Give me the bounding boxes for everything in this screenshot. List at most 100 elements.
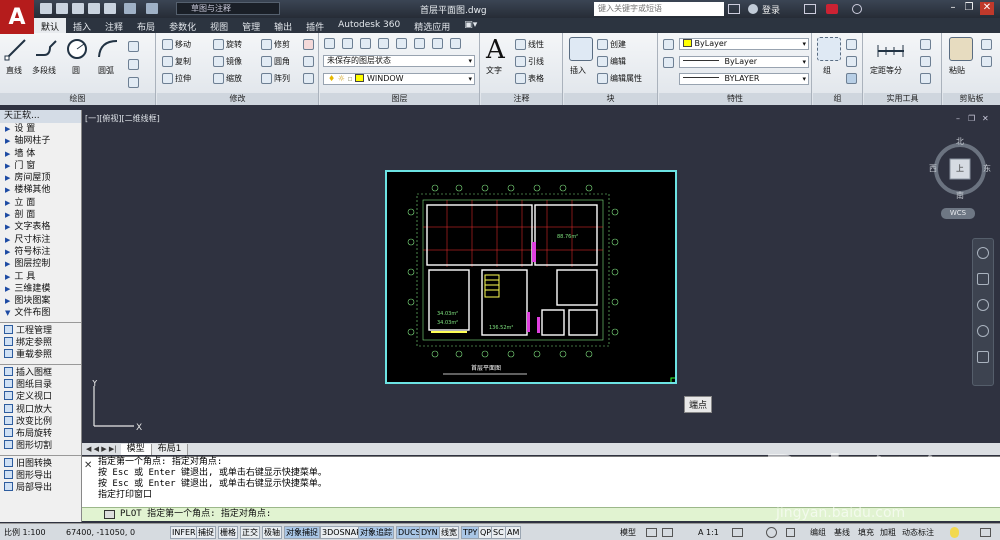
sidebar-item-symbol[interactable]: ▶ 符号标注: [0, 246, 81, 258]
annotation-visibility-icon[interactable]: [732, 528, 743, 537]
compass-north[interactable]: 北: [956, 136, 964, 147]
sidebar-item-section[interactable]: ▶ 剖 面: [0, 209, 81, 221]
panel-block-label[interactable]: 块: [564, 93, 657, 105]
qa-saveas-icon[interactable]: [88, 3, 100, 14]
layer-lock-icon[interactable]: [396, 38, 407, 49]
arc-tool-label[interactable]: 圆弧: [98, 65, 114, 76]
copy-tool[interactable]: 复制: [162, 56, 191, 67]
edit-block-tool[interactable]: 编辑: [597, 56, 626, 67]
layer-walk-icon[interactable]: [450, 38, 461, 49]
tab-parametric[interactable]: 参数化: [162, 18, 203, 33]
toggle-otrack[interactable]: 对象追踪: [358, 526, 394, 539]
leader-tool[interactable]: 引线: [515, 56, 544, 67]
steering-wheel-icon[interactable]: [977, 247, 989, 259]
layer-freeze-icon[interactable]: [378, 38, 389, 49]
tab-plugins[interactable]: 插件: [299, 18, 331, 33]
sidebar-tool-insert-frame[interactable]: 插入图框: [0, 366, 81, 379]
cart-icon[interactable]: [804, 4, 816, 14]
panel-modify-label[interactable]: 修改: [157, 93, 318, 105]
sidebar-tool-viewport-zoom[interactable]: 视口放大: [0, 403, 81, 416]
fillet-tool[interactable]: 圆角: [261, 56, 290, 67]
rotate-tool[interactable]: 旋转: [213, 39, 242, 50]
command-input[interactable]: PLOT 指定第一个角点: 指定对角点:: [82, 507, 1000, 521]
stretch-tool[interactable]: 拉伸: [162, 73, 191, 84]
toggle-lineweight[interactable]: 线宽: [439, 526, 459, 539]
workspace-gear-icon[interactable]: [766, 527, 777, 538]
sidebar-item-block-pattern[interactable]: ▶ 图块图案: [0, 295, 81, 307]
exchange-icon[interactable]: [826, 4, 838, 14]
panel-draw-label[interactable]: 绘图: [0, 93, 155, 105]
status-bold[interactable]: 加粗: [880, 526, 896, 539]
sidebar-item-door-window[interactable]: ▶ 门 窗: [0, 160, 81, 172]
viewport-close-icon[interactable]: ✕: [982, 114, 989, 123]
sidebar-item-dimension[interactable]: ▶ 尺寸标注: [0, 234, 81, 246]
status-group[interactable]: 编组: [810, 526, 826, 539]
maximize-button[interactable]: ❐: [962, 2, 976, 15]
sidebar-item-3d[interactable]: ▶ 三维建模: [0, 283, 81, 295]
toggle-tpy[interactable]: TPY: [461, 526, 480, 539]
tab-layout1[interactable]: 布局1: [151, 443, 189, 455]
sidebar-item-tools[interactable]: ▶ 工 具: [0, 271, 81, 283]
panel-layers-label[interactable]: 图层: [320, 93, 479, 105]
showmotion-icon[interactable]: [977, 351, 989, 363]
quick-view-icon[interactable]: [646, 528, 657, 537]
sidebar-tool-define-viewport[interactable]: 定义视口: [0, 391, 81, 403]
sidebar-tool-layout-rotate[interactable]: 布局旋转: [0, 428, 81, 440]
close-button[interactable]: ✕: [980, 2, 994, 15]
model-space-label[interactable]: 模型: [620, 526, 636, 539]
layer-state-select[interactable]: 未保存的图层状态: [323, 55, 475, 67]
sidebar-tool-bind-xref[interactable]: 绑定参照: [0, 337, 81, 349]
annotation-scale[interactable]: 比例 1:100: [4, 526, 46, 539]
sidebar-tool-drawing-cut[interactable]: 图形切割: [0, 440, 81, 452]
arc-icon[interactable]: [96, 37, 120, 61]
polyline-tool-label[interactable]: 多段线: [32, 65, 56, 76]
layer-previous-icon[interactable]: [432, 38, 443, 49]
status-fill[interactable]: 填充: [858, 526, 874, 539]
command-close-icon[interactable]: ✕: [84, 460, 92, 471]
line-tool-label[interactable]: 直线: [6, 65, 22, 76]
array-tool[interactable]: 阵列: [261, 73, 290, 84]
move-tool[interactable]: 移动: [162, 39, 191, 50]
toggle-am[interactable]: AM: [505, 526, 522, 539]
viewcube-face[interactable]: 上: [956, 163, 964, 174]
help-icon[interactable]: [852, 4, 862, 14]
coordinates-readout[interactable]: 67400, -11050, 0: [66, 526, 135, 539]
offset-icon[interactable]: [303, 73, 314, 84]
polyline-icon[interactable]: [34, 37, 58, 61]
hatch-icon[interactable]: [128, 59, 139, 70]
toggle-ortho[interactable]: 正交: [240, 526, 260, 539]
sidebar-item-file-layout[interactable]: ▼ 文件布图: [0, 307, 81, 319]
insert-block-icon[interactable]: [569, 37, 593, 61]
compass-west[interactable]: 西: [929, 163, 937, 174]
status-dynamic-dim[interactable]: 动态标注: [902, 526, 934, 539]
select-all-icon[interactable]: [920, 73, 931, 84]
sidebar-item-layer-control[interactable]: ▶ 图层控制: [0, 258, 81, 270]
zoom-extents-icon[interactable]: [977, 299, 989, 311]
edit-attributes-tool[interactable]: 编辑属性: [597, 73, 642, 84]
scale-tool[interactable]: 缩放: [213, 73, 242, 84]
table-tool[interactable]: 表格: [515, 73, 544, 84]
line-icon[interactable]: [4, 37, 28, 61]
toggle-sc[interactable]: SC: [491, 526, 506, 539]
linear-dim-tool[interactable]: 线性: [515, 39, 544, 50]
lock-icon[interactable]: [786, 528, 795, 537]
measure-tool-label[interactable]: 定距等分: [870, 65, 902, 76]
user-icon[interactable]: [748, 4, 758, 14]
panel-groups-label[interactable]: 组: [813, 93, 862, 105]
login-button[interactable]: 登录: [762, 3, 780, 16]
clean-screen-icon[interactable]: [980, 528, 991, 537]
tab-output[interactable]: 输出: [267, 18, 299, 33]
qa-save-icon[interactable]: [72, 3, 84, 14]
measure-icon[interactable]: [876, 37, 904, 61]
sidebar-tool-export[interactable]: 图形导出: [0, 470, 81, 482]
mirror-tool[interactable]: 镜像: [213, 56, 242, 67]
erase-icon[interactable]: [303, 39, 314, 50]
wcs-menu[interactable]: WCS: [941, 208, 975, 219]
sidebar-item-text-table[interactable]: ▶ 文字表格: [0, 221, 81, 233]
tab-layout[interactable]: 布局: [130, 18, 162, 33]
toggle-osnap[interactable]: 对象捕捉: [284, 526, 320, 539]
create-block-tool[interactable]: 创建: [597, 39, 626, 50]
insert-tool-label[interactable]: 插入: [570, 65, 586, 76]
layer-isolate-icon[interactable]: [360, 38, 371, 49]
tab-featured-apps[interactable]: 精选应用: [407, 18, 457, 33]
